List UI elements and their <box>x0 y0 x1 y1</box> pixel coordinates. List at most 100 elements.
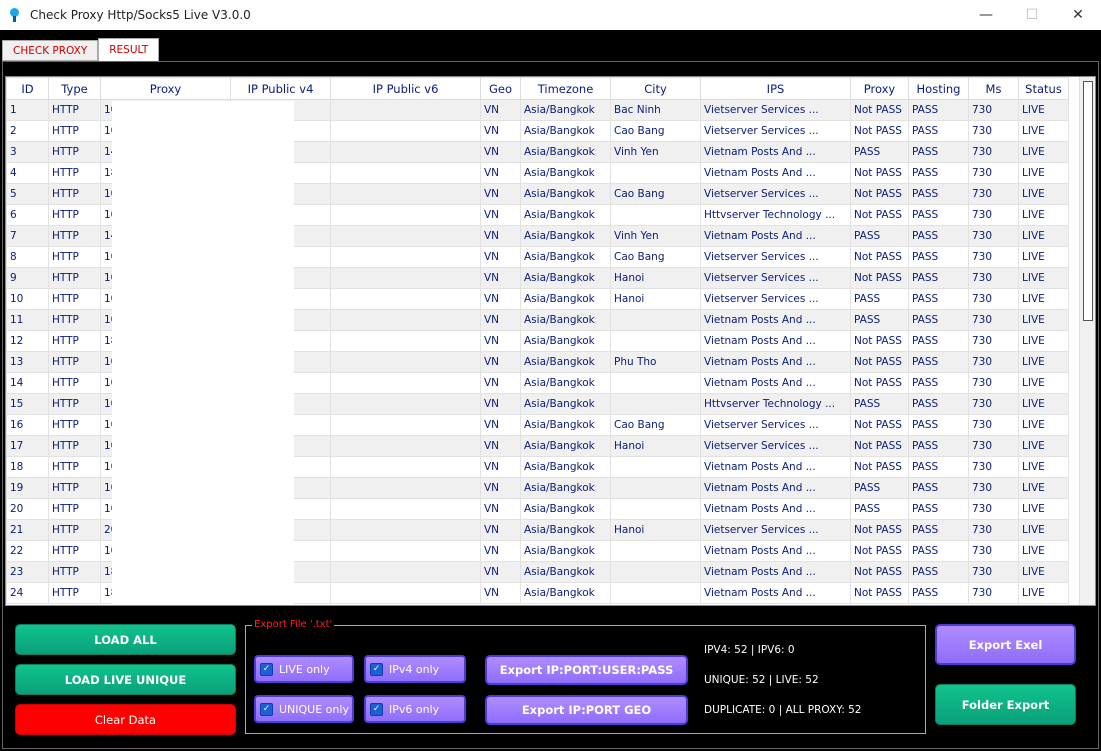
table-cell: Vietserver Services ... <box>700 435 851 457</box>
table-cell: Asia/Bangkok <box>520 540 611 562</box>
table-cell: Not PASS <box>850 330 909 352</box>
table-cell: VN <box>480 351 521 373</box>
table-cell <box>610 540 701 562</box>
column-header[interactable]: Hosting <box>908 77 969 100</box>
table-cell: Not PASS <box>850 267 909 289</box>
table-cell: VN <box>480 120 521 142</box>
column-header[interactable]: ID <box>6 77 49 100</box>
table-cell <box>330 225 481 247</box>
column-header[interactable]: Timezone <box>520 77 611 100</box>
table-cell <box>330 372 481 394</box>
table-cell: Asia/Bangkok <box>520 414 611 436</box>
tab-check-proxy[interactable]: CHECK PROXY <box>2 40 99 61</box>
table-cell <box>330 498 481 520</box>
tab-bar: CHECK PROXY RESULT <box>2 38 160 61</box>
table-cell: Vietnam Posts And ... <box>700 225 851 247</box>
table-cell: Asia/Bangkok <box>520 351 611 373</box>
clear-data-button[interactable]: Clear Data <box>15 704 236 735</box>
table-cell: 730 <box>968 99 1019 121</box>
table-cell: VN <box>480 246 521 268</box>
table-cell <box>330 288 481 310</box>
table-cell: HTTP <box>48 498 101 520</box>
column-header[interactable]: Ms <box>968 77 1019 100</box>
table-cell: 730 <box>968 582 1019 604</box>
table-cell: VN <box>480 498 521 520</box>
table-cell: LIVE <box>1018 204 1069 226</box>
column-header[interactable]: IP Public v6 <box>330 77 481 100</box>
column-header[interactable]: Type <box>48 77 101 100</box>
table-cell: LIVE <box>1018 120 1069 142</box>
table-cell: PASS <box>908 183 969 205</box>
table-cell: Vietserver Services ... <box>700 246 851 268</box>
column-header[interactable]: Status <box>1018 77 1069 100</box>
table-cell: Phu Tho <box>610 351 701 373</box>
table-cell: 730 <box>968 456 1019 478</box>
table-cell: LIVE <box>1018 141 1069 163</box>
table-cell <box>610 393 701 415</box>
column-header[interactable]: IP Public v4 <box>230 77 331 100</box>
table-cell: 10 <box>6 288 49 310</box>
export-ip-port-user-pass-button[interactable]: Export IP:PORT:USER:PASS <box>485 655 688 685</box>
table-cell: Asia/Bangkok <box>520 267 611 289</box>
ipv4-only-checkbox[interactable]: ✓ IPv4 only <box>364 655 466 683</box>
table-cell: PASS <box>908 477 969 499</box>
table-cell: HTTP <box>48 540 101 562</box>
tab-result[interactable]: RESULT <box>98 38 160 61</box>
close-button[interactable]: ✕ <box>1055 0 1101 30</box>
table-cell <box>610 561 701 583</box>
live-only-checkbox[interactable]: ✓ LIVE only <box>254 655 354 683</box>
table-cell <box>610 498 701 520</box>
table-cell: Vietserver Services ... <box>700 288 851 310</box>
table-cell: Httvserver Technology ... <box>700 204 851 226</box>
table-cell: PASS <box>850 141 909 163</box>
ipv6-only-checkbox[interactable]: ✓ IPv6 only <box>364 695 466 723</box>
load-live-unique-button[interactable]: LOAD LIVE UNIQUE <box>15 664 236 695</box>
table-cell: PASS <box>908 393 969 415</box>
table-cell <box>330 561 481 583</box>
table-cell: Asia/Bangkok <box>520 120 611 142</box>
table-cell: Vietnam Posts And ... <box>700 141 851 163</box>
maximize-button[interactable]: ☐ <box>1009 0 1055 30</box>
column-header[interactable]: Geo <box>480 77 521 100</box>
table-cell <box>330 351 481 373</box>
table-cell: PASS <box>850 477 909 499</box>
table-cell: Vietnam Posts And ... <box>700 456 851 478</box>
column-header[interactable]: IPS <box>700 77 851 100</box>
table-cell: Not PASS <box>850 540 909 562</box>
minimize-button[interactable]: — <box>963 0 1009 30</box>
table-cell: Asia/Bangkok <box>520 141 611 163</box>
checkmark-icon: ✓ <box>370 702 383 716</box>
folder-export-button[interactable]: Folder Export <box>935 684 1076 725</box>
window-title: Check Proxy Http/Socks5 Live V3.0.0 <box>30 8 251 22</box>
table-cell <box>330 183 481 205</box>
table-cell: 14 <box>6 372 49 394</box>
table-cell: LIVE <box>1018 225 1069 247</box>
table-cell: VN <box>480 519 521 541</box>
table-cell: 7 <box>6 225 49 247</box>
table-cell: Vietnam Posts And ... <box>700 162 851 184</box>
scrollbar-thumb[interactable] <box>1083 81 1093 321</box>
table-cell <box>610 204 701 226</box>
table-cell: LIVE <box>1018 99 1069 121</box>
column-header[interactable]: City <box>610 77 701 100</box>
column-header[interactable]: Proxy <box>100 77 231 100</box>
table-cell: 730 <box>968 183 1019 205</box>
table-cell: 18 <box>6 456 49 478</box>
export-ip-port-geo-button[interactable]: Export IP:PORT GEO <box>485 695 688 725</box>
load-all-button[interactable]: LOAD ALL <box>15 624 236 655</box>
vertical-scrollbar[interactable] <box>1079 77 1095 605</box>
table-cell: 730 <box>968 246 1019 268</box>
table-cell: LIVE <box>1018 414 1069 436</box>
table-cell: PASS <box>908 519 969 541</box>
table-cell: HTTP <box>48 477 101 499</box>
table-cell: HTTP <box>48 120 101 142</box>
unique-only-checkbox[interactable]: ✓ UNIQUE only <box>254 695 354 723</box>
table-cell: VN <box>480 267 521 289</box>
duplicate-all-stats: DUPLICATE: 0 | ALL PROXY: 52 <box>704 704 862 716</box>
table-cell: PASS <box>850 225 909 247</box>
column-header[interactable]: Proxy <box>850 77 909 100</box>
table-cell: Vietserver Services ... <box>700 183 851 205</box>
export-excel-button[interactable]: Export Exel <box>935 624 1076 665</box>
unique-live-stats: UNIQUE: 52 | LIVE: 52 <box>704 674 819 686</box>
table-cell: LIVE <box>1018 498 1069 520</box>
